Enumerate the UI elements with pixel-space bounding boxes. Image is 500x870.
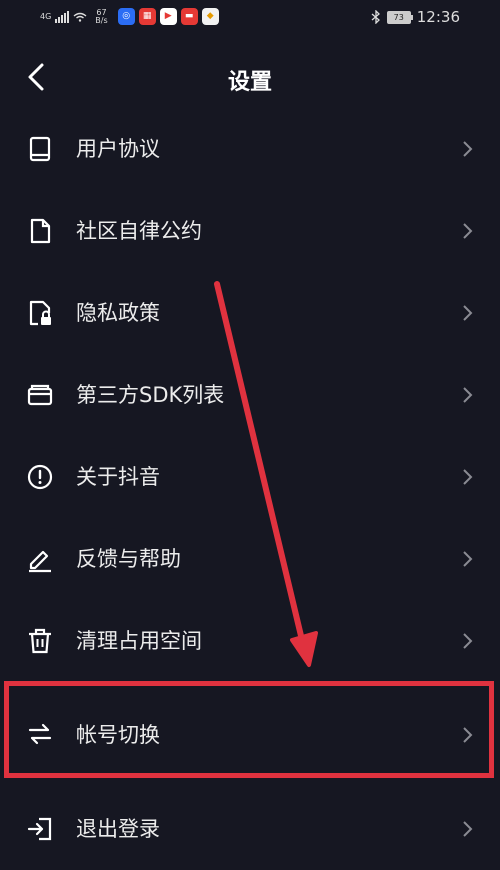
annotation-highlight-box <box>4 681 494 778</box>
app-icon: ▶ <box>159 8 177 25</box>
edit-icon <box>29 550 51 573</box>
menu-item-feedback-help[interactable]: 反馈与帮助 <box>0 518 500 600</box>
menu-item-label: 清理占用空间 <box>76 629 202 653</box>
status-bar-right: 73 12:36 <box>371 8 460 26</box>
menu-item-label: 反馈与帮助 <box>76 547 181 571</box>
chevron-right-icon <box>463 633 473 649</box>
chevron-right-icon <box>463 305 473 321</box>
top-navigation-bar: 设置 <box>0 50 500 110</box>
chevron-right-icon <box>463 821 473 837</box>
chevron-right-icon <box>463 551 473 567</box>
signal-icon <box>55 10 70 23</box>
notification-app-icons: ◎ ▦ ▶ ▬ ◆ <box>117 8 219 25</box>
menu-item-community-guidelines[interactable]: 社区自律公约 <box>0 190 500 272</box>
menu-item-about[interactable]: 关于抖音 <box>0 436 500 518</box>
menu-item-privacy-policy[interactable]: 隐私政策 <box>0 272 500 354</box>
wallet-icon <box>27 384 53 406</box>
chevron-right-icon <box>463 141 473 157</box>
page-title: 设置 <box>227 70 272 95</box>
trash-icon <box>29 628 51 654</box>
app-icon: ▦ <box>138 8 156 25</box>
menu-item-label: 第三方SDK列表 <box>76 383 225 407</box>
network-speed: 67 B/s <box>95 8 108 25</box>
app-icon: ▬ <box>180 8 198 25</box>
app-icon: ◎ <box>117 8 135 25</box>
book-icon <box>29 136 51 162</box>
logout-icon <box>27 817 52 841</box>
info-icon <box>27 464 53 490</box>
menu-item-label: 退出登录 <box>76 817 160 841</box>
network-type: 4G <box>40 11 52 21</box>
clock: 12:36 <box>416 8 460 26</box>
status-bar: 4G 67 B/s ◎ ▦ ▶ ▬ ◆ 73 12:36 <box>0 0 500 40</box>
chevron-right-icon <box>463 469 473 485</box>
app-icon: ◆ <box>201 8 219 25</box>
menu-item-third-party-sdk[interactable]: 第三方SDK列表 <box>0 354 500 436</box>
menu-item-logout[interactable]: 退出登录 <box>0 788 500 870</box>
menu-item-label: 关于抖音 <box>76 465 160 489</box>
menu-item-clear-storage[interactable]: 清理占用空间 <box>0 600 500 682</box>
status-bar-left: 4G 67 B/s ◎ ▦ ▶ ▬ ◆ <box>40 8 219 25</box>
chevron-right-icon <box>463 387 473 403</box>
chevron-right-icon <box>463 223 473 239</box>
bluetooth-icon <box>371 10 380 24</box>
speed-unit: B/s <box>95 15 108 25</box>
menu-item-user-agreement[interactable]: 用户协议 <box>0 108 500 190</box>
wifi-icon <box>73 12 87 22</box>
privacy-lock-icon <box>29 300 51 326</box>
menu-item-label: 用户协议 <box>76 137 160 161</box>
menu-item-label: 社区自律公约 <box>76 219 202 243</box>
document-icon <box>30 218 51 244</box>
menu-item-label: 隐私政策 <box>76 301 160 325</box>
battery-icon: 73 <box>386 10 413 24</box>
